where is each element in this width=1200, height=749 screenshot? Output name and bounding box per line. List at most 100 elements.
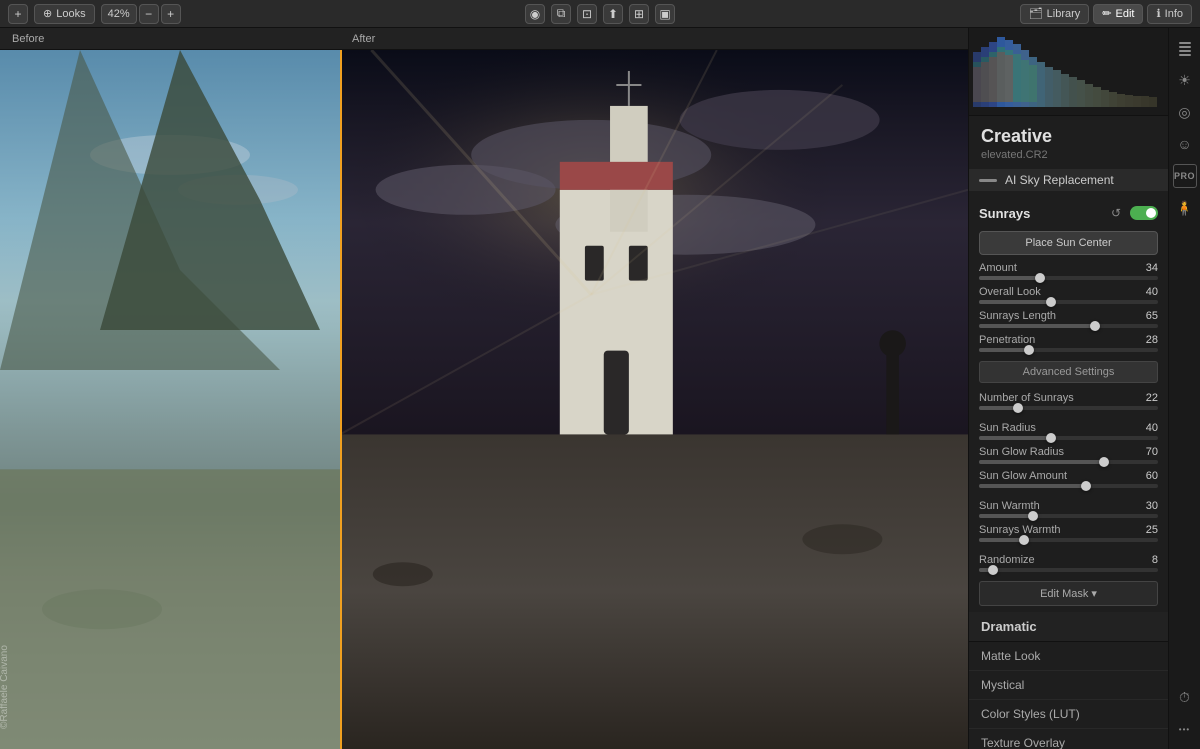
- overall-look-slider-row: Overall Look 40: [969, 283, 1168, 307]
- num-sunrays-value: 22: [1134, 392, 1158, 404]
- pro-badge: PRO: [1173, 164, 1197, 188]
- sunrays-warmth-value: 25: [1134, 524, 1158, 536]
- sun-warmth-slider-row: Sun Warmth 30: [969, 497, 1168, 521]
- library-button[interactable]: 🗂 Library: [1020, 4, 1090, 24]
- layers-icon[interactable]: [1173, 36, 1197, 60]
- zoom-in-button[interactable]: +: [161, 4, 181, 24]
- penetration-track[interactable]: [979, 348, 1158, 352]
- amount-label: Amount: [979, 262, 1017, 274]
- crop-button[interactable]: ⊡: [577, 4, 597, 24]
- amount-slider-row: Amount 34: [969, 259, 1168, 283]
- num-sunrays-track[interactable]: [979, 406, 1158, 410]
- matte-look-item[interactable]: Matte Look: [969, 642, 1168, 671]
- sunrays-length-label: Sunrays Length: [979, 310, 1056, 322]
- before-label: Before: [0, 28, 340, 49]
- watermark: ©Raffaele Caivano: [0, 645, 10, 729]
- grid-button[interactable]: ⊞: [629, 4, 649, 24]
- main-content: Before After: [0, 28, 1200, 749]
- add-button[interactable]: +: [8, 4, 28, 24]
- library-icon: 🗂: [1029, 7, 1043, 20]
- top-bar-center: ◉ ⧉ ⊡ ⬆ ⊞ ▣: [525, 4, 675, 24]
- zoom-control: 42% − +: [101, 4, 181, 24]
- compare-button[interactable]: ⧉: [551, 4, 571, 24]
- texture-overlay-item[interactable]: Texture Overlay: [969, 729, 1168, 749]
- sunrays-warmth-track[interactable]: [979, 538, 1158, 542]
- sun-glow-radius-label: Sun Glow Radius: [979, 446, 1064, 458]
- person-icon[interactable]: 🧍: [1173, 196, 1197, 220]
- top-bar: + ⊕ Looks 42% − + ◉ ⧉ ⊡ ⬆ ⊞ ▣ 🗂 Library …: [0, 0, 1200, 28]
- edit-mask-button[interactable]: Edit Mask ▾: [979, 581, 1158, 606]
- library-label: Library: [1047, 8, 1081, 20]
- section-controls: ↺: [1108, 205, 1158, 221]
- sky-icon: [979, 179, 997, 182]
- sunrays-toggle[interactable]: [1130, 206, 1158, 220]
- num-sunrays-label: Number of Sunrays: [979, 392, 1074, 404]
- sunrays-length-slider-row: Sunrays Length 65: [969, 307, 1168, 331]
- reset-button[interactable]: ↺: [1108, 205, 1124, 221]
- sun-warmth-track[interactable]: [979, 514, 1158, 518]
- edit-label: Edit: [1115, 8, 1134, 20]
- sun-glow-amount-label: Sun Glow Amount: [979, 470, 1067, 482]
- more-icon[interactable]: •••: [1173, 717, 1197, 741]
- top-bar-left: + ⊕ Looks 42% − +: [8, 4, 519, 24]
- amount-value: 34: [1134, 262, 1158, 274]
- view-button[interactable]: ▣: [655, 4, 675, 24]
- randomize-track[interactable]: [979, 568, 1158, 572]
- sun-radius-value: 40: [1134, 422, 1158, 434]
- split-divider[interactable]: [340, 50, 342, 749]
- top-bar-right: 🗂 Library ✏ Edit ℹ Info: [681, 4, 1192, 24]
- before-text: Before: [12, 33, 44, 45]
- overall-look-track[interactable]: [979, 300, 1158, 304]
- image-area: Before After: [0, 28, 968, 749]
- looks-button[interactable]: ⊕ Looks: [34, 4, 95, 24]
- panel-content[interactable]: Creative elevated.CR2 AI Sky Replacement…: [969, 116, 1168, 749]
- zoom-value[interactable]: 42%: [101, 4, 137, 24]
- sun-radius-slider-row: Sun Radius 40: [969, 419, 1168, 443]
- advanced-settings-button[interactable]: Advanced Settings: [979, 361, 1158, 383]
- mystical-item[interactable]: Mystical: [969, 671, 1168, 700]
- randomize-slider-row: Randomize 8: [969, 551, 1168, 575]
- history-icon[interactable]: ⏱: [1173, 685, 1197, 709]
- sunrays-warmth-label: Sunrays Warmth: [979, 524, 1061, 536]
- penetration-slider-row: Penetration 28: [969, 331, 1168, 355]
- info-button[interactable]: ℹ Info: [1147, 4, 1192, 24]
- share-button[interactable]: ⬆: [603, 4, 623, 24]
- randomize-value: 8: [1134, 554, 1158, 566]
- retouch-icon[interactable]: ◎: [1173, 100, 1197, 124]
- sun-radius-track[interactable]: [979, 436, 1158, 440]
- overall-look-label: Overall Look: [979, 286, 1041, 298]
- amount-track[interactable]: [979, 276, 1158, 280]
- sun-warmth-value: 30: [1134, 500, 1158, 512]
- penetration-value: 28: [1134, 334, 1158, 346]
- looks-label: Looks: [56, 8, 85, 20]
- sky-replacement-header[interactable]: AI Sky Replacement: [969, 169, 1168, 191]
- color-styles-item[interactable]: Color Styles (LUT): [969, 700, 1168, 729]
- preview-button[interactable]: ◉: [525, 4, 545, 24]
- face-icon[interactable]: ☺: [1173, 132, 1197, 156]
- zoom-out-button[interactable]: −: [139, 4, 159, 24]
- right-icon-strip: ☀ ◎ ☺ PRO 🧍 ⏱ •••: [1168, 28, 1200, 749]
- panel-title: Creative: [969, 116, 1168, 149]
- before-after-labels: Before After: [0, 28, 968, 50]
- image-before: ©Raffaele Caivano: [0, 50, 340, 749]
- edit-icon: ✏: [1102, 7, 1111, 20]
- histogram-area: [969, 28, 1168, 116]
- sunrays-length-track[interactable]: [979, 324, 1158, 328]
- randomize-label: Randomize: [979, 554, 1035, 566]
- dramatic-section[interactable]: Dramatic: [969, 612, 1168, 642]
- image-after: [340, 50, 968, 749]
- sun-icon[interactable]: ☀: [1173, 68, 1197, 92]
- edit-button[interactable]: ✏ Edit: [1093, 4, 1143, 24]
- sunrays-warmth-slider-row: Sunrays Warmth 25: [969, 521, 1168, 545]
- panel-subtitle: elevated.CR2: [969, 149, 1168, 169]
- right-panel: Creative elevated.CR2 AI Sky Replacement…: [968, 28, 1168, 749]
- sun-glow-amount-value: 60: [1134, 470, 1158, 482]
- sky-label: AI Sky Replacement: [1005, 173, 1114, 187]
- sun-glow-radius-track[interactable]: [979, 460, 1158, 464]
- after-label: After: [340, 28, 968, 49]
- image-canvas: ©Raffaele Caivano: [0, 50, 968, 749]
- sunrays-length-value: 65: [1134, 310, 1158, 322]
- sun-glow-amount-track[interactable]: [979, 484, 1158, 488]
- place-sun-center-button[interactable]: Place Sun Center: [979, 231, 1158, 255]
- looks-icon: ⊕: [43, 7, 52, 20]
